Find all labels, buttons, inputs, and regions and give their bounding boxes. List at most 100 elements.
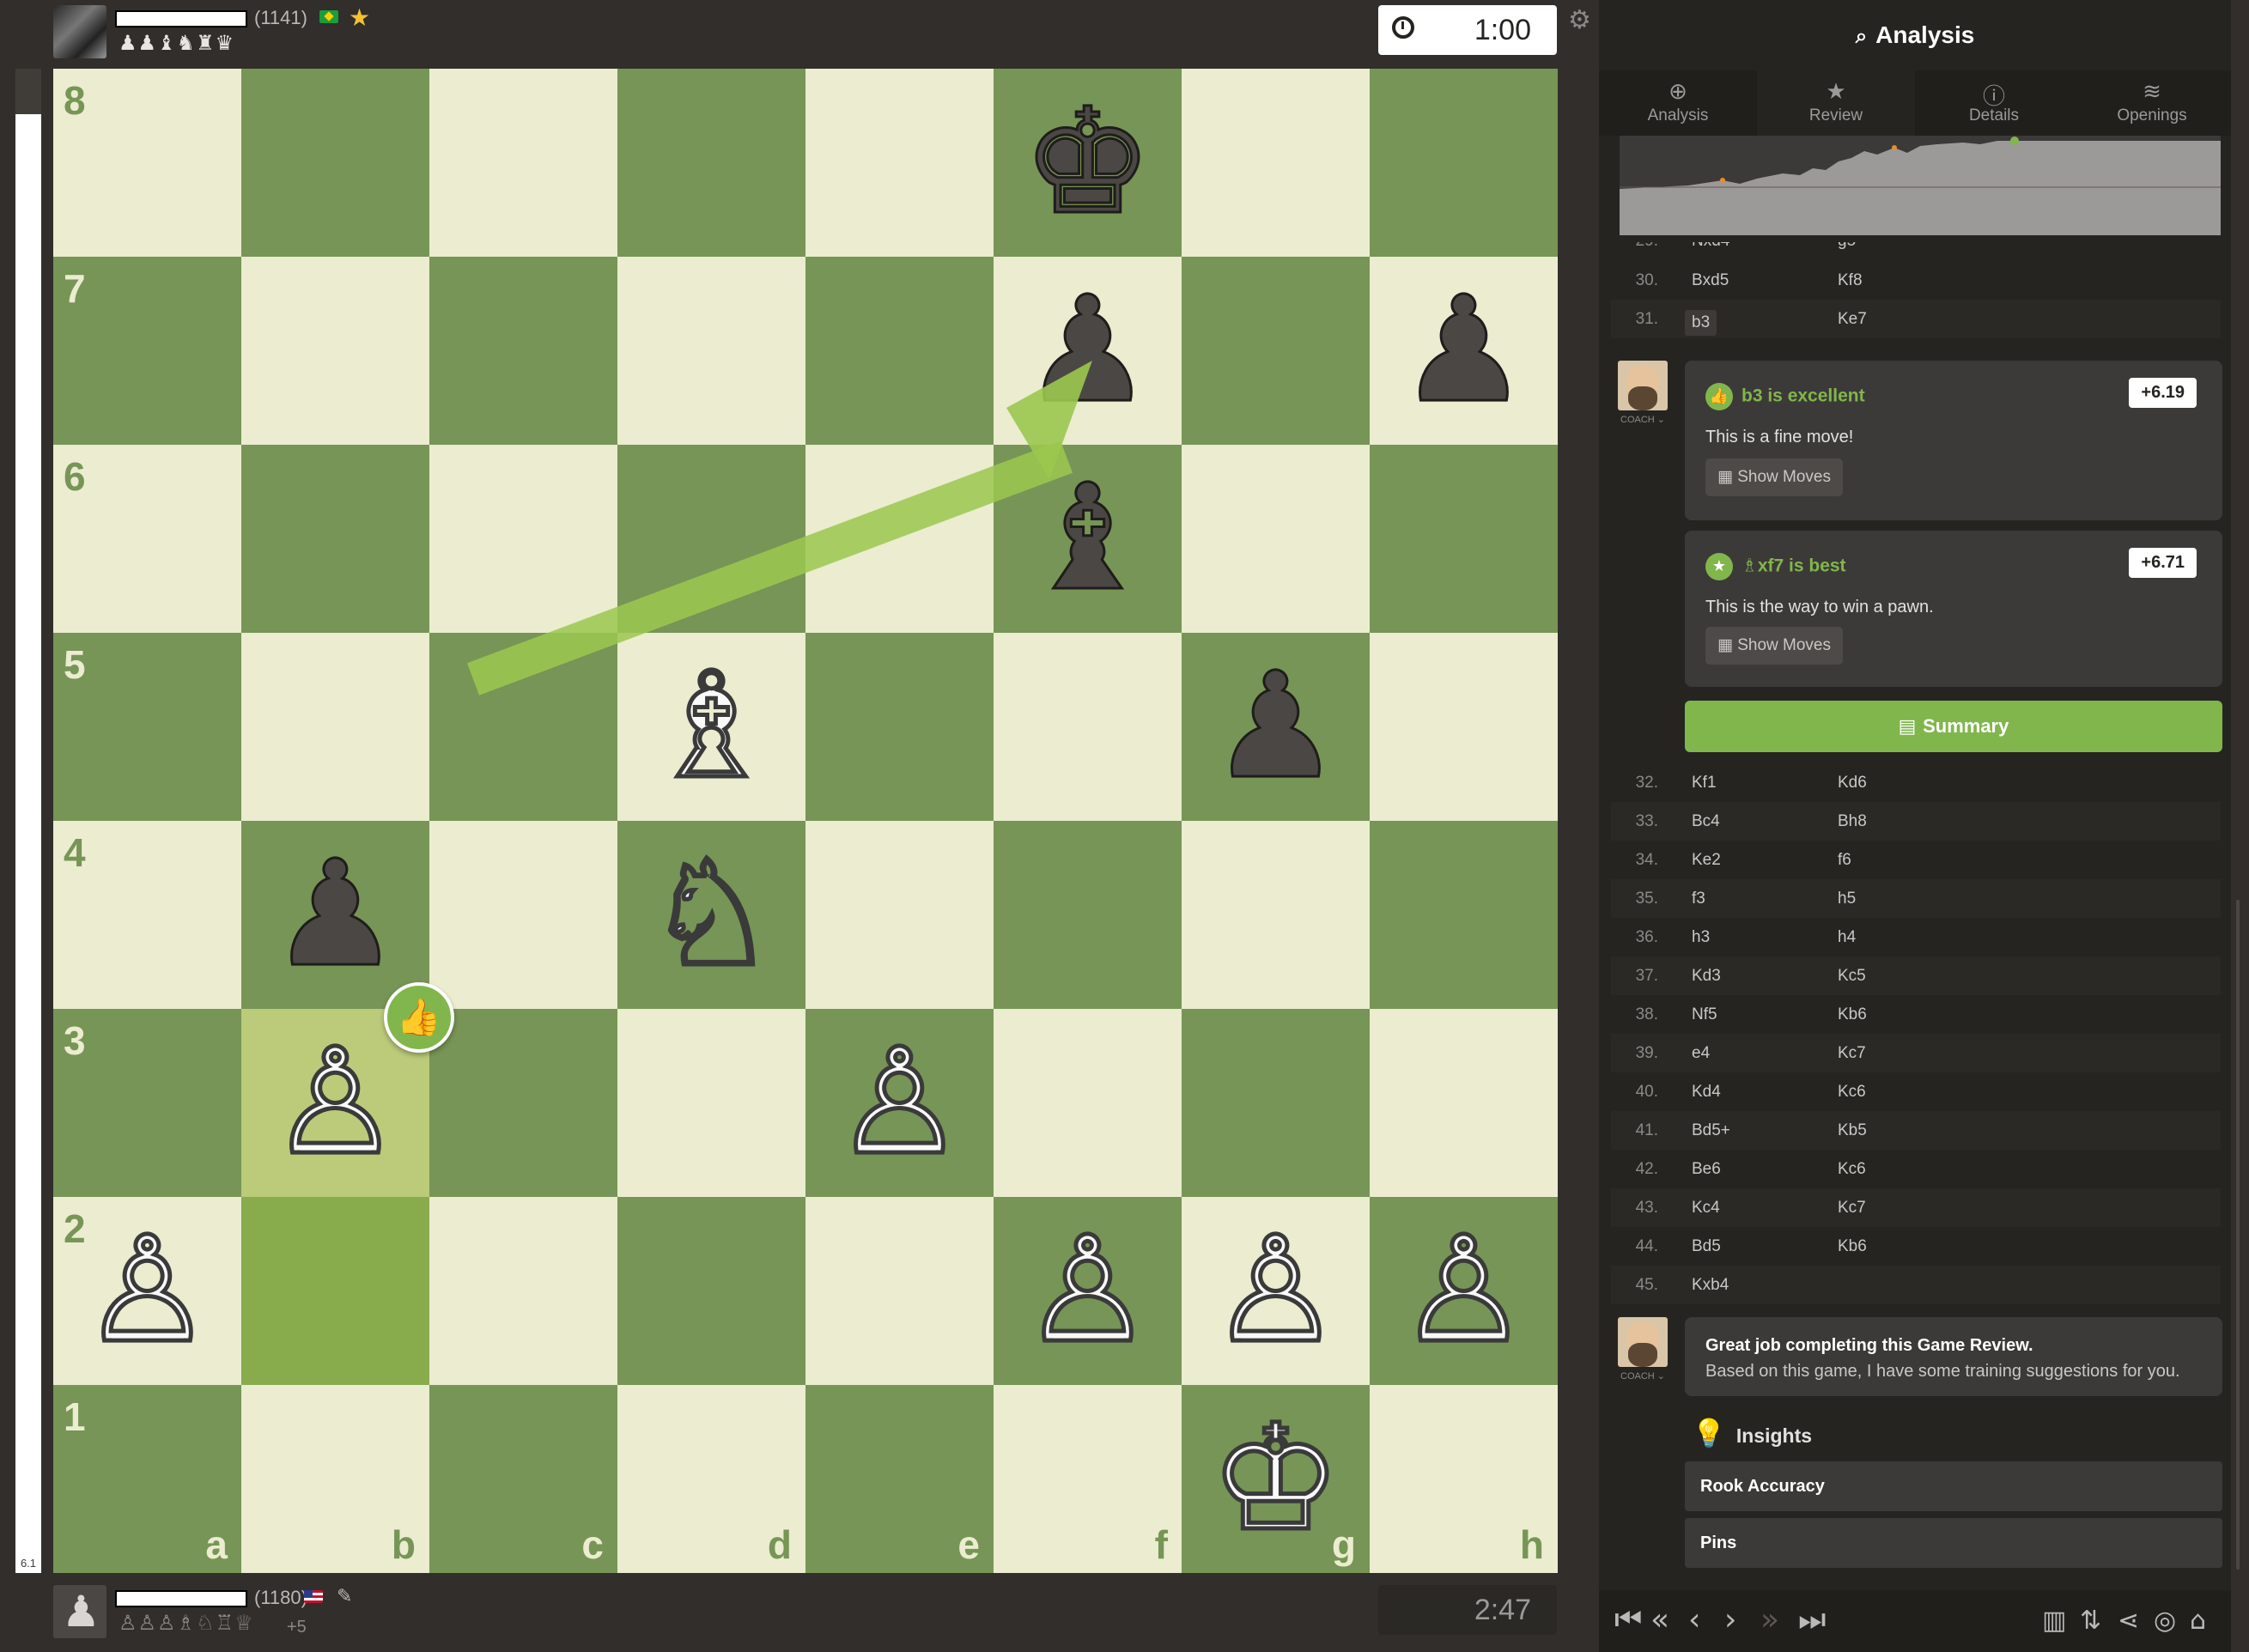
- white-move[interactable]: Bd5: [1692, 1237, 1721, 1256]
- black-move[interactable]: Kb6: [1838, 1237, 1867, 1256]
- white-move[interactable]: Ke2: [1692, 851, 1721, 870]
- square-g5[interactable]: ♟: [1182, 633, 1370, 821]
- square-g1[interactable]: g ♔: [1182, 1385, 1370, 1573]
- black-move[interactable]: Kb6: [1838, 1005, 1867, 1024]
- black-move[interactable]: Kc6: [1838, 1083, 1866, 1102]
- square-c7[interactable]: [429, 257, 617, 445]
- square-e8[interactable]: [805, 69, 994, 257]
- square-c6[interactable]: [429, 445, 617, 633]
- square-b6[interactable]: [241, 445, 429, 633]
- square-e7[interactable]: [805, 257, 994, 445]
- tab-analysis[interactable]: ⊕ Analysis: [1599, 70, 1757, 136]
- white-move[interactable]: Nf5: [1692, 1005, 1717, 1024]
- square-c3[interactable]: [429, 1009, 617, 1197]
- share-icon[interactable]: ⋖: [2118, 1606, 2139, 1636]
- square-a7[interactable]: 7: [53, 257, 241, 445]
- white-move[interactable]: Kf1: [1692, 774, 1717, 793]
- square-h2[interactable]: ♙: [1370, 1197, 1558, 1385]
- square-h8[interactable]: [1370, 69, 1558, 257]
- white-knight-piece[interactable]: ♘: [617, 821, 805, 1009]
- bottom-player-avatar[interactable]: ♟: [53, 1585, 106, 1638]
- black-pawn-piece[interactable]: ♟: [241, 821, 429, 1009]
- tab-details[interactable]: ⓘ Details: [1915, 70, 2073, 136]
- coach-avatar[interactable]: COACH ⌄: [1618, 361, 1668, 425]
- white-move[interactable]: e4: [1692, 1044, 1710, 1063]
- square-g3[interactable]: [1182, 1009, 1370, 1197]
- square-d5[interactable]: ♗: [617, 633, 805, 821]
- target-icon[interactable]: ◎: [2154, 1606, 2176, 1636]
- square-c4[interactable]: [429, 821, 617, 1009]
- square-d3[interactable]: [617, 1009, 805, 1197]
- flip-board-icon[interactable]: ⇅: [2080, 1606, 2101, 1636]
- black-pawn-piece[interactable]: ♟: [994, 257, 1182, 445]
- black-move[interactable]: Ke7: [1838, 310, 1867, 329]
- white-move[interactable]: Kd4: [1692, 1083, 1721, 1102]
- black-move[interactable]: Bh8: [1838, 812, 1867, 831]
- square-h1[interactable]: h: [1370, 1385, 1558, 1573]
- square-b1[interactable]: b: [241, 1385, 429, 1573]
- library-icon[interactable]: ⌂: [2190, 1606, 2206, 1636]
- black-move[interactable]: h4: [1838, 928, 1856, 947]
- square-f7[interactable]: ♟: [994, 257, 1182, 445]
- white-move[interactable]: Bxd5: [1692, 271, 1729, 290]
- white-bishop-piece[interactable]: ♗: [617, 633, 805, 821]
- back-five-icon[interactable]: «: [1650, 1602, 1669, 1637]
- white-pawn-piece[interactable]: ♙: [1182, 1197, 1370, 1385]
- square-e4[interactable]: [805, 821, 994, 1009]
- square-d7[interactable]: [617, 257, 805, 445]
- stats-chart-icon[interactable]: ▥: [2042, 1606, 2066, 1636]
- square-a2[interactable]: 2 ♙: [53, 1197, 241, 1385]
- top-player-avatar[interactable]: [53, 5, 106, 58]
- white-move[interactable]: h3: [1692, 928, 1710, 947]
- square-d1[interactable]: d: [617, 1385, 805, 1573]
- show-moves-button[interactable]: ▦ Show Moves: [1705, 627, 1844, 665]
- square-b2[interactable]: [241, 1197, 429, 1385]
- square-g8[interactable]: [1182, 69, 1370, 257]
- bottom-player-name-redacted[interactable]: [115, 1590, 247, 1607]
- square-h3[interactable]: [1370, 1009, 1558, 1197]
- forward-five-icon[interactable]: »: [1760, 1602, 1779, 1637]
- black-move[interactable]: Kc7: [1838, 1044, 1866, 1063]
- black-move[interactable]: Kc5: [1838, 967, 1866, 986]
- settings-gear-icon[interactable]: ⚙: [1568, 5, 1591, 35]
- square-c5[interactable]: [429, 633, 617, 821]
- square-a3[interactable]: 3: [53, 1009, 241, 1197]
- chess-board[interactable]: 8 ♚ 7 ♟ ♟ 6 ♝ 5 ♗ ♟ 4 ♟ ♘ 3 ♙ ♙ 2 ♙ ♙ ♙ ♙ 1 a b c d e f g ♔ h: [53, 69, 1558, 1573]
- white-pawn-piece[interactable]: ♙: [805, 1009, 994, 1197]
- square-d4[interactable]: ♘: [617, 821, 805, 1009]
- square-f6[interactable]: ♝: [994, 445, 1182, 633]
- current-move[interactable]: b3: [1685, 310, 1717, 336]
- white-pawn-piece[interactable]: ♙: [994, 1197, 1182, 1385]
- square-d6[interactable]: [617, 445, 805, 633]
- square-a4[interactable]: 4: [53, 821, 241, 1009]
- previous-move-icon[interactable]: ‹: [1688, 1602, 1700, 1637]
- white-move[interactable]: Kxb4: [1692, 1276, 1729, 1295]
- next-move-icon[interactable]: ›: [1724, 1602, 1736, 1637]
- square-e2[interactable]: [805, 1197, 994, 1385]
- square-e5[interactable]: [805, 633, 994, 821]
- square-e3[interactable]: ♙: [805, 1009, 994, 1197]
- show-moves-button[interactable]: ▦ Show Moves: [1705, 459, 1844, 496]
- square-d8[interactable]: [617, 69, 805, 257]
- square-g2[interactable]: ♙: [1182, 1197, 1370, 1385]
- square-f4[interactable]: [994, 821, 1182, 1009]
- white-pawn-piece[interactable]: ♙: [1370, 1197, 1558, 1385]
- square-c2[interactable]: [429, 1197, 617, 1385]
- square-b4[interactable]: ♟: [241, 821, 429, 1009]
- white-move[interactable]: Be6: [1692, 1160, 1721, 1179]
- black-move[interactable]: f6: [1838, 851, 1851, 870]
- black-move[interactable]: Kf8: [1838, 271, 1863, 290]
- white-move[interactable]: Bd5+: [1692, 1121, 1730, 1140]
- black-move[interactable]: h5: [1838, 890, 1856, 908]
- square-a5[interactable]: 5: [53, 633, 241, 821]
- white-pawn-piece[interactable]: ♙: [53, 1197, 241, 1385]
- square-f5[interactable]: [994, 633, 1182, 821]
- square-a8[interactable]: 8: [53, 69, 241, 257]
- square-h5[interactable]: [1370, 633, 1558, 821]
- white-move[interactable]: f3: [1692, 890, 1705, 908]
- white-move[interactable]: Bc4: [1692, 812, 1720, 831]
- square-e6[interactable]: [805, 445, 994, 633]
- square-g4[interactable]: [1182, 821, 1370, 1009]
- square-e1[interactable]: e: [805, 1385, 994, 1573]
- black-bishop-piece[interactable]: ♝: [994, 445, 1182, 633]
